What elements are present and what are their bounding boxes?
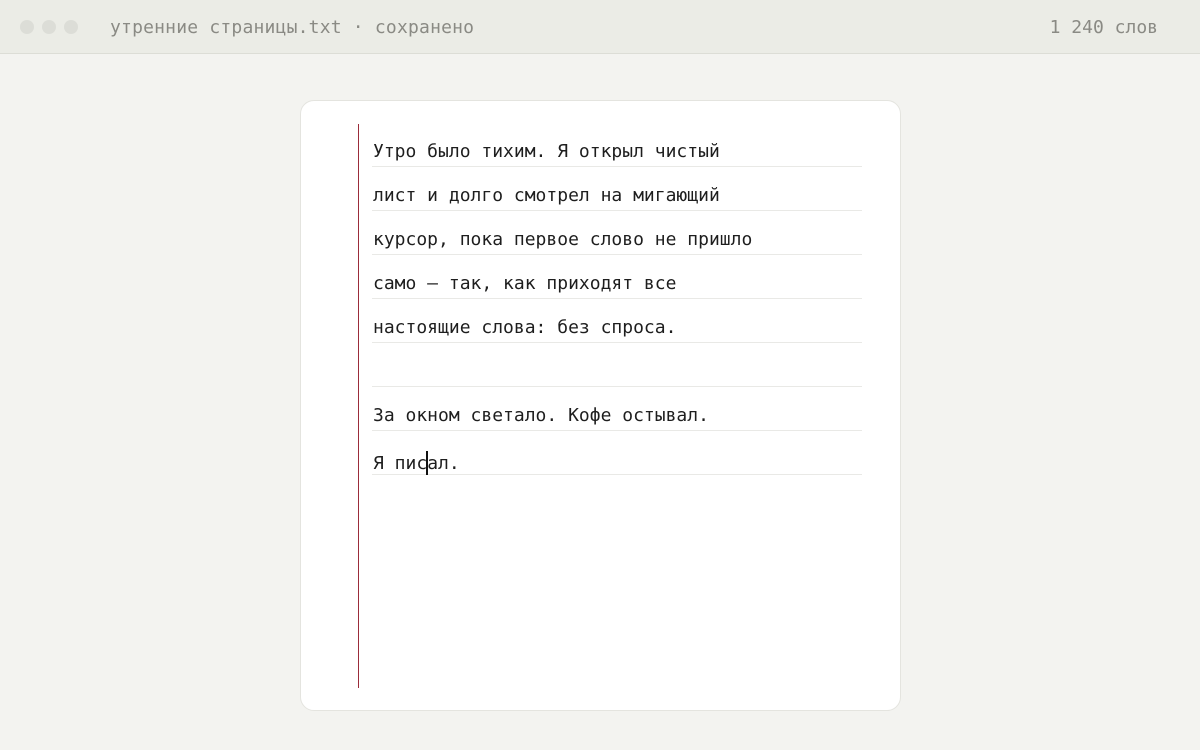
window-controls — [20, 20, 78, 34]
text-area[interactable]: Утро было тихим. Я открыл чистый лист и … — [372, 123, 862, 475]
line-text: За окном светало. Кофе остывал. — [373, 405, 709, 426]
current-text-line[interactable]: Я писал. — [372, 431, 862, 475]
line-text: лист и долго смотрел на мигающий — [373, 185, 720, 206]
title-bar: утренние страницы.txt · сохранено 1 240 … — [0, 0, 1200, 54]
text-line[interactable]: За окном светало. Кофе остывал. — [372, 387, 862, 431]
document-title: утренние страницы.txt · сохранено — [110, 17, 475, 38]
text-line[interactable]: Утро было тихим. Я открыл чистый — [372, 123, 862, 167]
line-text: само — так, как приходят все — [373, 273, 677, 294]
text-after-caret: ал. — [427, 453, 460, 474]
text-line[interactable]: лист и долго смотрел на мигающий — [372, 167, 862, 211]
close-window-button[interactable] — [20, 20, 34, 34]
zoom-window-button[interactable] — [64, 20, 78, 34]
line-text: Утро было тихим. Я открыл чистый — [373, 141, 720, 162]
text-line[interactable]: настоящие слова: без спроса. — [372, 299, 862, 343]
empty-line[interactable] — [372, 343, 862, 387]
writing-page[interactable]: Утро было тихим. Я открыл чистый лист и … — [300, 100, 901, 711]
line-text: настоящие слова: без спроса. — [373, 317, 677, 338]
text-line[interactable]: курсор, пока первое слово не пришло — [372, 211, 862, 255]
word-count: 1 240 слов — [1049, 17, 1158, 38]
line-text: курсор, пока первое слово не пришло — [373, 229, 753, 250]
text-line[interactable]: само — так, как приходят все — [372, 255, 862, 299]
text-before-caret: Я пис — [373, 453, 428, 474]
line-text: Я писал. — [373, 451, 460, 475]
margin-line — [358, 124, 359, 688]
minimize-window-button[interactable] — [42, 20, 56, 34]
